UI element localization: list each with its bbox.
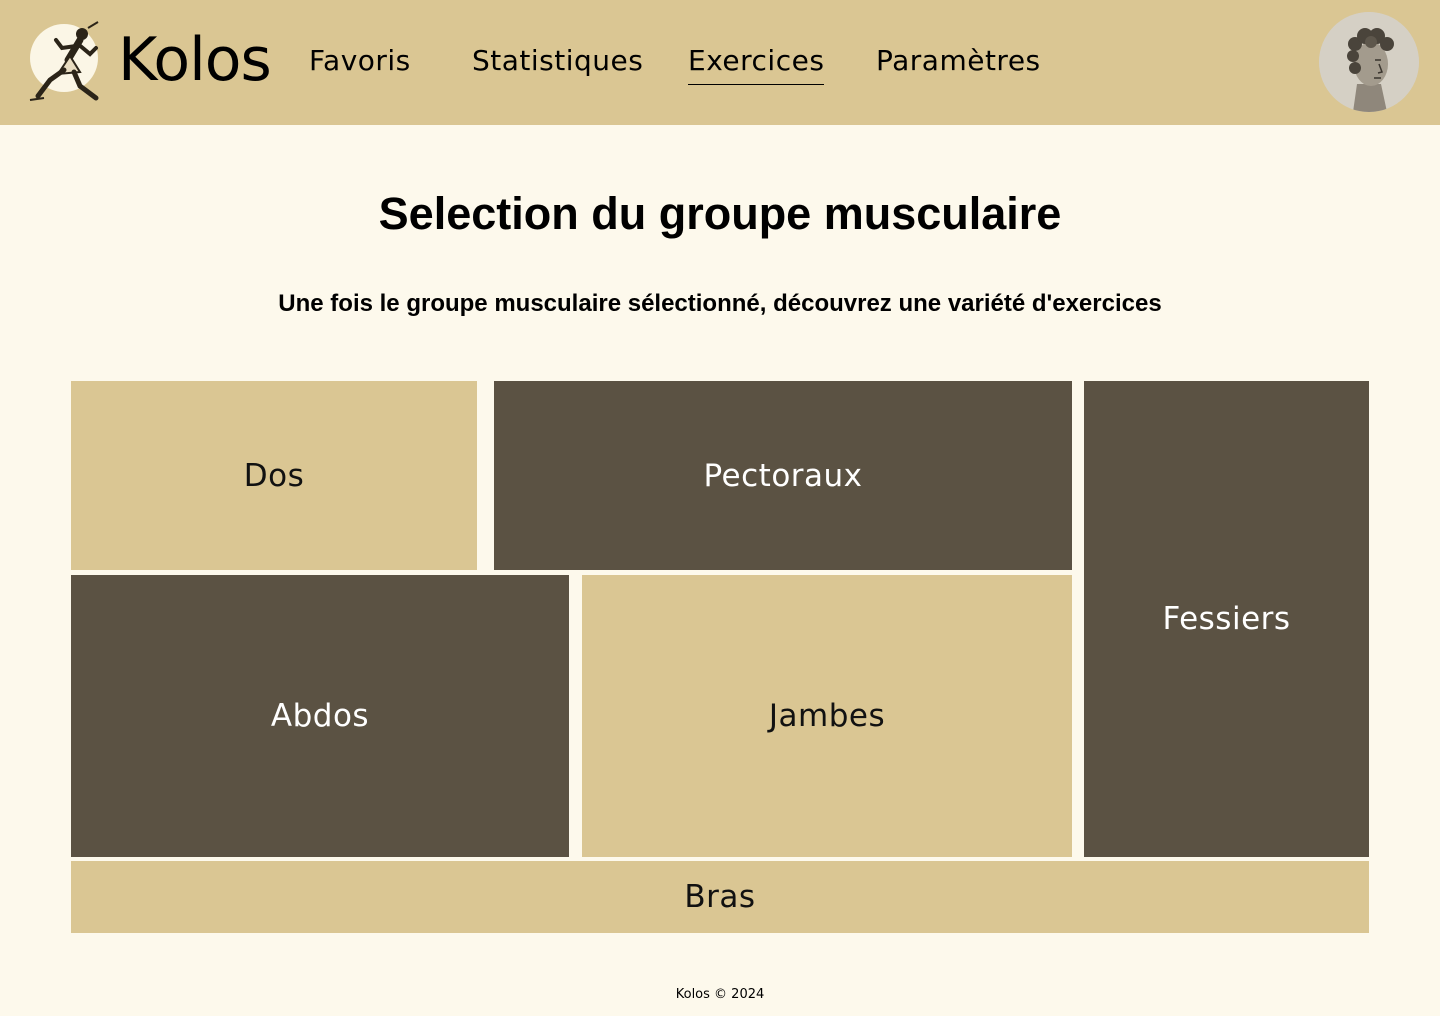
group-label-dos: Dos [243,457,305,494]
group-label-fessiers: Fessiers [1162,601,1291,637]
group-label-bras: Bras [684,879,756,915]
nav-exercices[interactable]: Exercices [688,42,825,85]
avatar[interactable] [1319,12,1419,112]
nav-parametres[interactable]: Paramètres [876,42,1041,80]
top-header: Kolos Favoris Statistiques Exercices Par… [0,0,1440,125]
group-tile-abdos[interactable]: Abdos [71,575,569,857]
group-tile-dos[interactable]: Dos [71,381,477,570]
group-tile-fessiers[interactable]: Fessiers [1084,381,1369,857]
group-tile-pectoraux[interactable]: Pectoraux [494,381,1072,570]
group-tile-bras[interactable]: Bras [71,861,1369,933]
footer-copyright: Kolos © 2024 [675,987,765,1002]
nav-statistiques[interactable]: Statistiques [472,42,643,80]
brand-name[interactable]: Kolos [118,22,272,98]
group-tile-jambes[interactable]: Jambes [582,575,1072,857]
group-label-jambes: Jambes [768,698,886,734]
group-label-abdos: Abdos [270,698,370,734]
running-athlete-icon[interactable] [24,18,110,104]
group-label-pectoraux: Pectoraux [703,457,863,494]
greek-statue-bust-icon [1319,12,1419,112]
page-subtitle: Une fois le groupe musculaire sélectionn… [278,290,1162,317]
page-title: Selection du groupe musculaire [378,188,1062,239]
nav-favoris[interactable]: Favoris [309,42,411,80]
